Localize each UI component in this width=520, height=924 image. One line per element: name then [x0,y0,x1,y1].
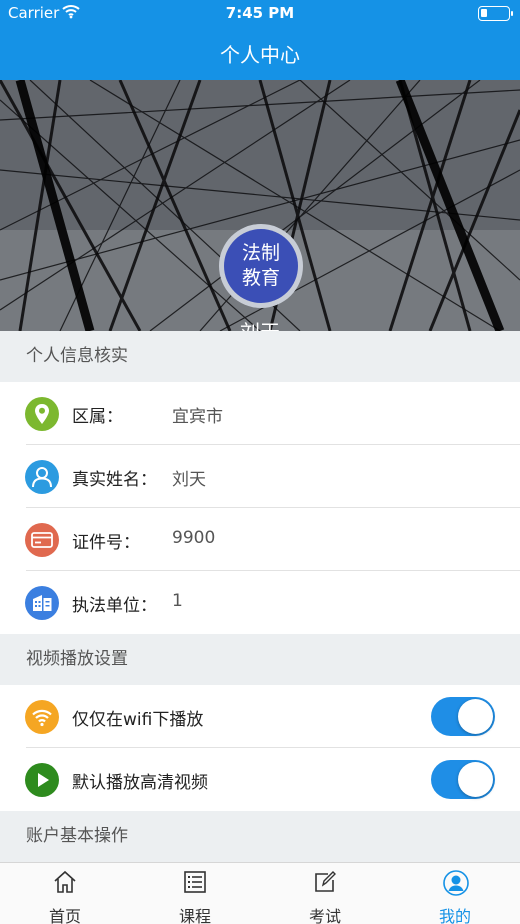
avatar-logo: 法制 教育 [224,229,298,303]
info-row-law-enforcement-unit[interactable]: 执法单位： 1 [0,571,520,634]
avatar-text-line2: 教育 [241,267,280,289]
info-value: 1 [172,591,183,611]
info-label: 真实姓名： [72,470,157,490]
status-bar: Carrier 7:45 PM [0,0,520,28]
info-label: 证件号： [72,533,140,553]
home-icon [53,870,77,898]
toggle-knob [458,699,493,734]
edit-icon [313,870,337,898]
tab-exam[interactable]: 考试 [260,863,390,924]
battery-icon [478,6,513,21]
nav-bar: 个人中心 [0,28,520,80]
list-icon [183,870,207,898]
tab-mine[interactable]: 我的 [390,863,520,924]
person-icon [25,460,59,494]
tab-label: 首页 [48,907,81,924]
info-value: 宜宾市 [172,407,223,427]
info-value: 刘天 [172,470,206,490]
avatar-text-line1: 法制 [241,242,280,264]
tab-label: 课程 [178,907,211,924]
toggle-knob [458,762,493,797]
setting-label: 默认播放高清视频 [72,773,208,793]
building-icon [25,586,59,620]
profile-header: 法制 教育 刘天 [0,80,520,331]
setting-row-hd-video: 默认播放高清视频 [0,748,520,811]
hd-video-toggle[interactable] [431,760,495,799]
info-label: 执法单位： [72,596,157,616]
avatar[interactable]: 法制 教育 [219,224,303,308]
status-time: 7:45 PM [225,4,295,22]
user-icon [443,870,469,900]
play-icon [25,763,59,797]
section-header-personal-info: 个人信息核实 [0,331,520,382]
wifi-only-toggle[interactable] [431,697,495,736]
setting-row-wifi-only: 仅仅在wifi下播放 [0,685,520,748]
info-label: 区属： [72,407,123,427]
tab-label: 我的 [438,907,471,924]
setting-label: 仅仅在wifi下播放 [72,710,204,730]
section-header-video-settings: 视频播放设置 [0,634,520,685]
tab-courses[interactable]: 课程 [130,863,260,924]
tab-bar: 首页 课程 考试 我的 [0,862,520,924]
info-value: 9900 [172,528,216,548]
tab-label: 考试 [308,907,341,924]
section-header-account-ops: 账户基本操作 [0,811,520,862]
tab-home[interactable]: 首页 [0,863,130,924]
page-title: 个人中心 [220,43,300,67]
info-row-district[interactable]: 区属： 宜宾市 [0,382,520,445]
info-row-id-number[interactable]: 证件号： 9900 [0,508,520,571]
wifi-icon [25,700,59,734]
info-row-real-name[interactable]: 真实姓名： 刘天 [0,445,520,508]
user-name: 刘天 [0,316,520,331]
location-icon [25,397,59,431]
id-card-icon [25,523,59,557]
